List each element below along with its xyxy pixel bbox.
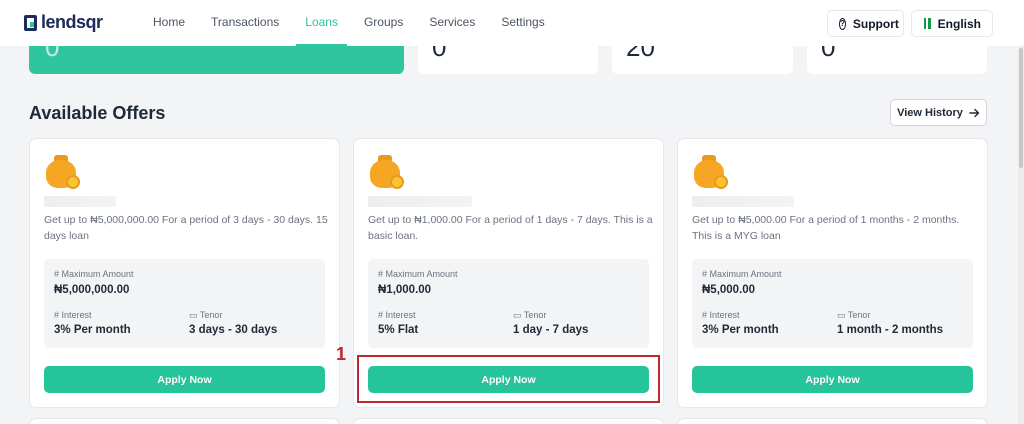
nav-loans[interactable]: Loans bbox=[292, 0, 351, 46]
logo-icon bbox=[24, 14, 37, 31]
main-nav: Home Transactions Loans Groups Services … bbox=[140, 0, 558, 46]
arrow-right-icon bbox=[969, 108, 980, 117]
stat-card: 20 bbox=[612, 46, 793, 74]
money-bag-icon bbox=[44, 155, 82, 189]
money-bag-icon bbox=[692, 155, 730, 189]
interest-value: 3% Per month bbox=[54, 324, 131, 336]
help-circle-icon: ? bbox=[839, 17, 846, 30]
tenor-label: ▭ Tenor bbox=[837, 310, 871, 320]
offer-name-redacted bbox=[44, 196, 116, 207]
nav-services[interactable]: Services bbox=[416, 0, 488, 46]
view-history-label: View History bbox=[897, 106, 963, 119]
offer-name-redacted bbox=[368, 196, 472, 207]
annotation-highlight-box bbox=[357, 355, 660, 403]
money-bag-icon bbox=[368, 155, 406, 189]
max-amount-label: # Maximum Amount bbox=[54, 269, 134, 279]
tenor-label: ▭ Tenor bbox=[513, 310, 547, 320]
tenor-value: 1 month - 2 months bbox=[837, 324, 944, 336]
offer-description: Get up to ₦5,000.00 For a period of 1 mo… bbox=[692, 214, 960, 242]
offer-card-partial bbox=[353, 418, 664, 424]
offer-card: Get up to ₦5,000,000.00 For a period of … bbox=[29, 138, 340, 408]
stat-card-primary: 0 bbox=[29, 46, 404, 74]
nav-groups[interactable]: Groups bbox=[351, 0, 416, 46]
calendar-icon: ▭ bbox=[837, 310, 846, 320]
interest-label: # Interest bbox=[54, 310, 92, 320]
stat-value: 20 bbox=[626, 46, 655, 62]
scrollbar-thumb[interactable] bbox=[1019, 48, 1023, 168]
view-history-button[interactable]: View History bbox=[890, 99, 987, 126]
stat-card: 0 bbox=[807, 46, 987, 74]
offer-description: Get up to ₦1,000.00 For a period of 1 da… bbox=[368, 214, 653, 242]
stat-value: 0 bbox=[432, 46, 447, 62]
max-amount-value: ₦5,000.00 bbox=[702, 284, 756, 296]
nigeria-flag-icon bbox=[924, 18, 931, 29]
apply-now-button[interactable]: Apply Now bbox=[692, 366, 973, 393]
nav-transactions[interactable]: Transactions bbox=[198, 0, 292, 46]
max-amount-label: # Maximum Amount bbox=[702, 269, 782, 279]
interest-value: 5% Flat bbox=[378, 324, 419, 336]
offer-card: Get up to ₦5,000.00 For a period of 1 mo… bbox=[677, 138, 988, 408]
language-button[interactable]: English bbox=[911, 10, 993, 37]
offer-details: # Maximum Amount ₦5,000,000.00 # Interes… bbox=[44, 259, 325, 348]
top-header: lendsqr Home Transactions Loans Groups S… bbox=[0, 0, 1024, 46]
max-amount-value: ₦1,000.00 bbox=[378, 284, 432, 296]
interest-value: 3% Per month bbox=[702, 324, 779, 336]
interest-label: # Interest bbox=[702, 310, 740, 320]
max-amount-label: # Maximum Amount bbox=[378, 269, 458, 279]
interest-label: # Interest bbox=[378, 310, 416, 320]
stat-value: 0 bbox=[821, 46, 836, 62]
offer-name-redacted bbox=[692, 196, 794, 207]
annotation-step-number: 1 bbox=[336, 344, 347, 364]
offer-details: # Maximum Amount ₦5,000.00 # Interest 3%… bbox=[692, 259, 973, 348]
apply-now-button[interactable]: Apply Now bbox=[44, 366, 325, 393]
stat-card: 0 bbox=[418, 46, 598, 74]
stat-value: 0 bbox=[45, 46, 60, 62]
offer-card-partial bbox=[677, 418, 988, 424]
nav-home[interactable]: Home bbox=[140, 0, 198, 46]
nav-settings[interactable]: Settings bbox=[488, 0, 557, 46]
max-amount-value: ₦5,000,000.00 bbox=[54, 284, 130, 296]
language-label: English bbox=[937, 16, 981, 31]
support-button[interactable]: ? Support bbox=[827, 10, 904, 37]
section-title: Available Offers bbox=[29, 103, 166, 123]
offer-details: # Maximum Amount ₦1,000.00 # Interest 5%… bbox=[368, 259, 649, 348]
tenor-label: ▭ Tenor bbox=[189, 310, 223, 320]
lendsqr-logo[interactable]: lendsqr bbox=[24, 12, 103, 33]
tenor-value: 1 day - 7 days bbox=[513, 324, 589, 336]
tenor-value: 3 days - 30 days bbox=[189, 324, 278, 336]
logo-text: lendsqr bbox=[41, 12, 103, 32]
support-label: Support bbox=[852, 16, 899, 31]
calendar-icon: ▭ bbox=[513, 310, 522, 320]
calendar-icon: ▭ bbox=[189, 310, 198, 320]
offer-description: Get up to ₦5,000,000.00 For a period of … bbox=[44, 214, 328, 242]
offer-card-partial bbox=[29, 418, 340, 424]
